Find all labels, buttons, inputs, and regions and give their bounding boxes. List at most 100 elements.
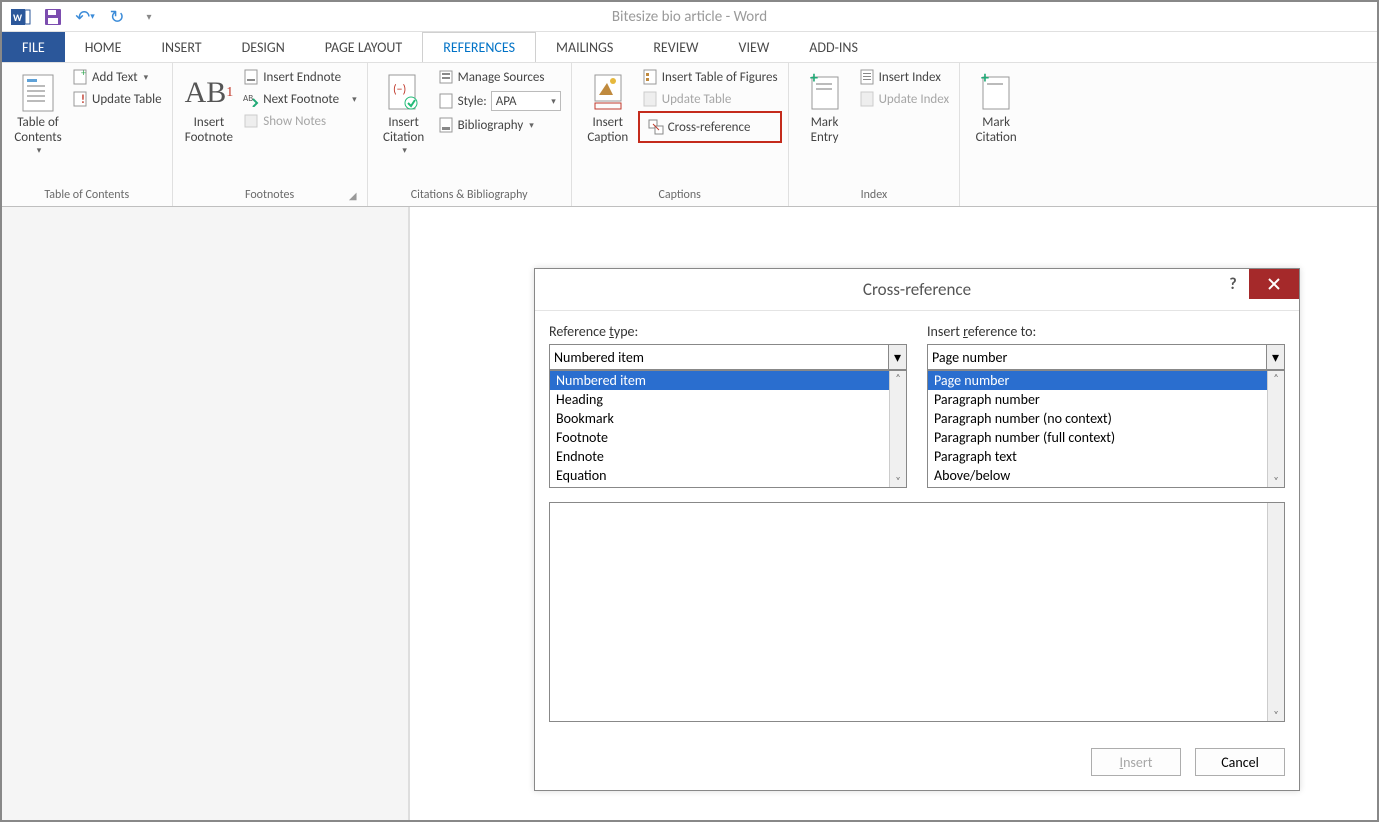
update-index-icon [859,91,875,107]
mark-entry-button[interactable]: + Mark Entry [795,67,855,149]
cross-reference-button[interactable]: Cross-reference [638,111,782,143]
tab-mailings[interactable]: MAILINGS [536,32,633,62]
tab-page-layout[interactable]: PAGE LAYOUT [305,32,422,62]
document-margin [2,207,410,820]
mark-citation-icon: + [979,71,1013,115]
endnote-icon [243,69,259,85]
for-which-listbox[interactable]: ˅ [549,502,1285,722]
insert-endnote-button[interactable]: Insert Endnote [239,67,360,87]
next-footnote-button[interactable]: AB Next Footnote ▾ [239,89,360,109]
list-item[interactable]: Heading [550,390,906,409]
quick-access-toolbar: W ↶▾ ↻ ▾ [2,6,168,28]
list-item[interactable]: Paragraph text [928,447,1284,466]
list-item[interactable]: Footnote [550,428,906,447]
svg-text:+: + [981,73,989,88]
save-icon[interactable] [42,6,64,28]
svg-text:AB: AB [243,93,253,104]
insert-reference-combo[interactable]: Page number ▾ [927,344,1285,370]
footnotes-dialog-launcher[interactable]: ◢ [349,189,357,202]
scroll-up-icon[interactable]: ˄ [895,371,900,384]
redo-icon[interactable]: ↻ [106,6,128,28]
word-app-icon[interactable]: W [10,6,32,28]
manage-sources-label: Manage Sources [458,70,545,85]
svg-text:!: ! [81,93,85,107]
scroll-down-icon[interactable]: ˅ [1273,474,1278,487]
reference-type-listbox[interactable]: Numbered item Heading Bookmark Footnote … [549,370,907,488]
table-of-contents-button[interactable]: Table of Contents▾ [8,67,68,160]
list-item[interactable]: Paragraph number (full context) [928,428,1284,447]
update-tof-button[interactable]: Update Table [638,89,782,109]
update-tof-icon [642,91,658,107]
style-icon [438,93,454,109]
citation-icon: (−) [387,71,421,115]
cross-reference-label: Cross-reference [668,120,751,135]
tab-view[interactable]: VIEW [719,32,790,62]
dialog-close-button[interactable] [1249,269,1299,299]
update-index-button[interactable]: Update Index [855,89,954,109]
listbox-scrollbar[interactable]: ˄˅ [1267,371,1284,487]
qat-customize-icon[interactable]: ▾ [138,6,160,28]
mark-citation-label: Mark Citation [976,115,1017,145]
insert-footnote-button[interactable]: AB1 Insert Footnote [179,67,240,149]
group-captions: Insert Caption Insert Table of Figures U… [572,63,789,206]
list-item[interactable]: Bookmark [550,409,906,428]
reference-type-combo[interactable]: Numbered item ▾ [549,344,907,370]
cancel-button[interactable]: Cancel [1195,748,1285,776]
scroll-down-icon[interactable]: ˅ [895,474,900,487]
insert-caption-label: Insert Caption [587,115,628,145]
show-notes-icon [243,113,259,129]
svg-text:(−): (−) [393,83,406,97]
style-selector[interactable]: Style: APA▾ [434,89,565,113]
list-item[interactable]: Paragraph number [928,390,1284,409]
update-tof-label: Update Table [662,92,732,107]
bibliography-icon [438,117,454,133]
insert-table-of-figures-button[interactable]: Insert Table of Figures [638,67,782,87]
insert-reference-listbox[interactable]: Page number Paragraph number Paragraph n… [927,370,1285,488]
show-notes-button[interactable]: Show Notes [239,111,360,131]
insert-footnote-label: Insert Footnote [185,115,233,145]
list-item[interactable]: Paragraph number (no context) [928,409,1284,428]
mark-citation-button[interactable]: + Mark Citation [966,67,1026,149]
combo-arrow-icon: ▾ [888,345,906,369]
tab-home[interactable]: HOME [65,32,142,62]
svg-text:+: + [810,73,818,88]
tab-insert[interactable]: INSERT [142,32,222,62]
group-label-toc: Table of Contents [8,186,166,206]
insert-reference-value: Page number [932,349,1007,366]
add-text-button[interactable]: + Add Text▾ [68,67,166,87]
mark-entry-label: Mark Entry [811,115,839,145]
insert-caption-button[interactable]: Insert Caption [578,67,638,149]
insert-index-button[interactable]: Insert Index [855,67,954,87]
add-text-icon: + [72,69,88,85]
insert-index-icon [859,69,875,85]
listbox-scrollbar[interactable]: ˅ [1267,503,1284,721]
group-footnotes: AB1 Insert Footnote Insert Endnote AB Ne… [173,63,368,206]
listbox-scrollbar[interactable]: ˄˅ [889,371,906,487]
bibliography-button[interactable]: Bibliography▾ [434,115,565,135]
tab-addins[interactable]: ADD-INS [789,32,878,62]
group-label-captions: Captions [578,186,782,206]
manage-sources-button[interactable]: Manage Sources [434,67,565,87]
style-dropdown[interactable]: APA▾ [491,91,561,111]
tab-design[interactable]: DESIGN [222,32,305,62]
list-item[interactable]: Page number [928,371,1284,390]
reference-type-value: Numbered item [554,349,644,366]
update-index-label: Update Index [879,92,950,107]
next-footnote-icon: AB [243,91,259,107]
undo-icon[interactable]: ↶▾ [74,6,96,28]
update-table-label: Update Table [92,92,162,107]
tab-references[interactable]: REFERENCES [422,32,536,62]
dialog-help-button[interactable]: ? [1217,269,1249,299]
insert-reference-label: Insert reference to: [927,323,1285,340]
insert-citation-button[interactable]: (−) Insert Citation▾ [374,67,434,160]
list-item[interactable]: Equation [550,466,906,485]
insert-button[interactable]: Insert [1091,748,1181,776]
list-item[interactable]: Numbered item [550,371,906,390]
update-table-button[interactable]: ! Update Table [68,89,166,109]
list-item[interactable]: Above/below [928,466,1284,485]
tab-review[interactable]: REVIEW [633,32,718,62]
scroll-down-icon[interactable]: ˅ [1273,708,1278,721]
scroll-up-icon[interactable]: ˄ [1273,371,1278,384]
tab-file[interactable]: FILE [2,32,65,62]
list-item[interactable]: Endnote [550,447,906,466]
